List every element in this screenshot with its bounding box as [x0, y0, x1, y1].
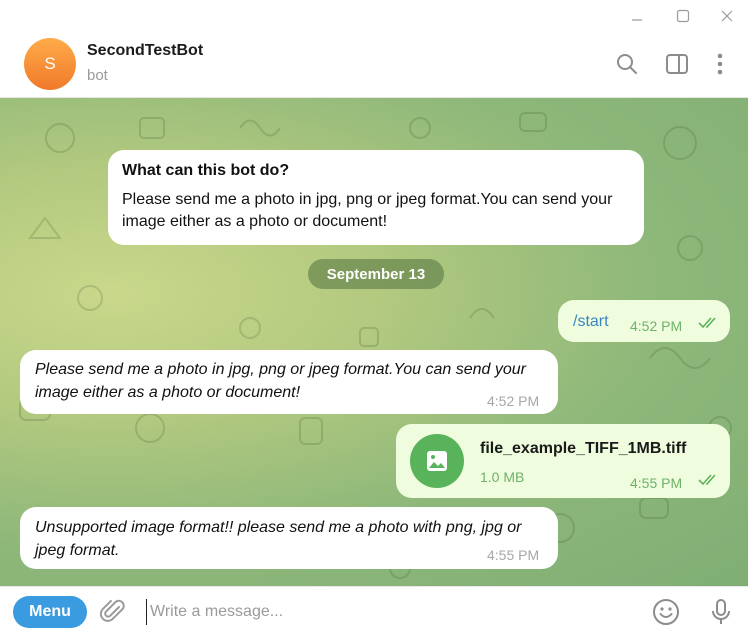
bot-intro-title: What can this bot do? [122, 162, 290, 179]
more-vertical-icon[interactable] [706, 50, 734, 78]
bot-intro-card: What can this bot do? Please send me a p… [108, 150, 644, 245]
sidebar-toggle-icon[interactable] [663, 50, 691, 78]
incoming-message[interactable]: Please send me a photo in jpg, png or jp… [20, 350, 558, 414]
message-input[interactable] [146, 599, 626, 625]
message-time: 4:55 PM [487, 547, 540, 563]
chat-title[interactable]: SecondTestBot [87, 42, 203, 60]
emoji-icon[interactable] [651, 597, 681, 627]
image-file-icon[interactable] [410, 434, 464, 488]
bot-command-link[interactable]: /start [573, 311, 609, 333]
paperclip-icon[interactable] [99, 598, 128, 626]
avatar[interactable]: S [24, 38, 76, 90]
message-time: 4:55 PM [630, 475, 683, 491]
close-icon[interactable] [712, 4, 742, 28]
date-separator: September 13 [308, 259, 444, 289]
message-text: Unsupported image format!! please send m… [35, 519, 522, 559]
message-time: 4:52 PM [487, 393, 540, 409]
bot-intro-body: Please send me a photo in jpg, png or jp… [122, 191, 613, 230]
outgoing-file-message[interactable]: file_example_TIFF_1MB.tiff 1.0 MB 4:55 P… [396, 424, 730, 498]
composer-bar: Menu [0, 586, 748, 637]
double-check-icon [698, 474, 716, 486]
search-icon[interactable] [613, 50, 641, 78]
chat-header: S SecondTestBot bot [0, 32, 748, 98]
minimize-icon[interactable] [622, 4, 652, 28]
chat-area[interactable]: What can this bot do? Please send me a p… [0, 98, 748, 586]
file-size: 1.0 MB [480, 469, 525, 485]
outgoing-message[interactable]: /start 4:52 PM [558, 300, 730, 342]
chat-status: bot [87, 67, 108, 84]
window-titlebar [0, 0, 748, 32]
menu-button[interactable]: Menu [13, 596, 87, 628]
double-check-icon [698, 317, 716, 329]
incoming-message[interactable]: Unsupported image format!! please send m… [20, 507, 558, 569]
message-time: 4:52 PM [630, 318, 683, 334]
microphone-icon[interactable] [706, 597, 736, 627]
maximize-icon[interactable] [668, 4, 698, 28]
file-name[interactable]: file_example_TIFF_1MB.tiff [480, 438, 686, 460]
message-text: Please send me a photo in jpg, png or jp… [35, 361, 526, 401]
